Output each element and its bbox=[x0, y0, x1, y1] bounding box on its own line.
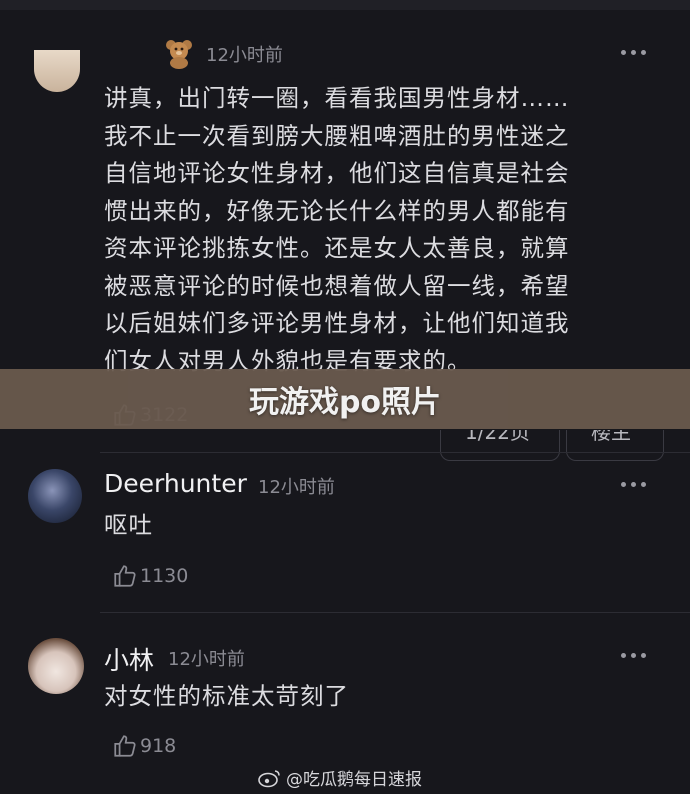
title-banner: 玩游戏po照片 bbox=[0, 369, 690, 429]
avatar[interactable] bbox=[28, 469, 82, 523]
weibo-icon bbox=[258, 769, 280, 787]
sort-label: 楼主 bbox=[591, 430, 631, 444]
text-line: 我不止一次看到膀大腰粗啤酒肚的男性迷之 bbox=[104, 121, 570, 150]
username[interactable]: 小林 bbox=[104, 641, 154, 677]
top-edge bbox=[0, 0, 690, 10]
comment-time: 12小时前 bbox=[258, 477, 335, 498]
avatar[interactable] bbox=[34, 50, 80, 92]
banner-title: 玩游戏po照片 bbox=[248, 385, 442, 420]
like-count: 918 bbox=[140, 735, 177, 757]
more-icon[interactable] bbox=[621, 49, 649, 57]
page-indicator: 1/22页 bbox=[465, 430, 530, 444]
teddy-bear-icon bbox=[163, 37, 195, 69]
like-button[interactable]: 1130 bbox=[112, 563, 188, 589]
comment-text: 讲真，出门转一圈，看看我国男性身材…… 我不止一次看到膀大腰粗啤酒肚的男性迷之 … bbox=[104, 80, 570, 380]
username[interactable]: Deerhunter bbox=[104, 469, 247, 498]
like-count: 1130 bbox=[140, 565, 189, 587]
text-line: 惯出来的，好像无论长什么样的男人都能有 bbox=[104, 196, 570, 225]
text-line: 自信地评论女性身材，他们这自信真是社会 bbox=[104, 159, 570, 187]
avatar[interactable] bbox=[28, 638, 84, 694]
comment-time: 12小时前 bbox=[206, 45, 283, 66]
sort-selector[interactable]: 楼主 bbox=[566, 430, 664, 461]
thumbs-up-icon bbox=[114, 565, 136, 587]
text-line: 资本评论挑拣女性。还是女人太善良，就算 bbox=[104, 234, 570, 262]
divider bbox=[100, 612, 690, 613]
more-icon[interactable] bbox=[621, 652, 649, 660]
text-line: 讲真，出门转一圈，看看我国男性身材…… bbox=[104, 84, 570, 112]
comment-text: 对女性的标准太苛刻了 bbox=[104, 682, 349, 710]
text-line: 以后姐妹们多评论男性身材，让他们知道我 bbox=[104, 309, 570, 337]
divider bbox=[100, 452, 690, 453]
more-icon[interactable] bbox=[621, 481, 649, 489]
watermark: @吃瓜鹅每日速报 bbox=[258, 765, 422, 790]
watermark-text: @吃瓜鹅每日速报 bbox=[286, 770, 422, 790]
page-selector[interactable]: 1/22页 bbox=[440, 430, 560, 461]
text-line: 被恶意评论的时候也想着做人留一线，希望 bbox=[104, 271, 570, 300]
thumbs-up-icon bbox=[114, 735, 136, 757]
comment-text: 呕吐 bbox=[104, 511, 153, 539]
comment-time: 12小时前 bbox=[168, 649, 245, 670]
like-button[interactable]: 918 bbox=[112, 733, 176, 759]
